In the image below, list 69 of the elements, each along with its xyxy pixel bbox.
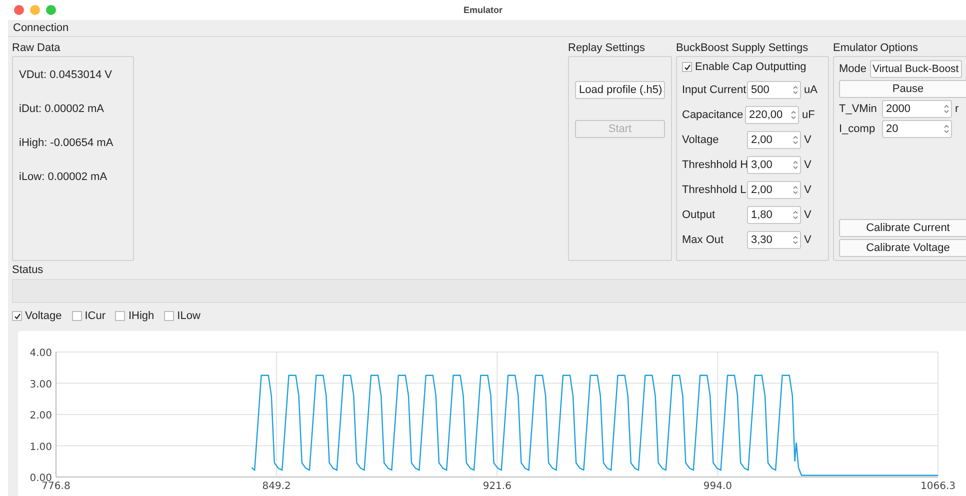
spin-arrows-icon[interactable] bbox=[793, 210, 798, 220]
y-tick-label: 2.00 bbox=[30, 410, 52, 422]
spin-arrows-icon[interactable] bbox=[793, 85, 798, 95]
x-tick-label: 921.6 bbox=[482, 481, 512, 492]
unit-label: V bbox=[804, 184, 812, 196]
field-label: Max Out bbox=[682, 234, 725, 246]
unit-label: V bbox=[804, 234, 812, 246]
field-label: Input Current bbox=[682, 84, 744, 96]
pause-button[interactable]: Pause bbox=[839, 80, 966, 98]
reading-text: iLow: 0.00002 mA bbox=[19, 170, 108, 184]
menu-item[interactable]: Connection bbox=[13, 22, 69, 34]
unit-label: V bbox=[804, 209, 812, 221]
spin-box[interactable]: 3,00 bbox=[747, 156, 801, 174]
field-label: T_VMin bbox=[839, 103, 878, 115]
spin-box[interactable]: 1,80 bbox=[747, 206, 801, 224]
checkbox[interactable]: Voltage bbox=[12, 310, 62, 322]
calibrate-button[interactable]: Calibrate Voltage bbox=[839, 239, 966, 257]
field-label: Mode bbox=[839, 63, 867, 75]
close-button[interactable] bbox=[14, 5, 24, 15]
checkmark-icon bbox=[14, 312, 20, 320]
spin-arrows-icon[interactable] bbox=[793, 160, 798, 170]
group-title: Replay Settings bbox=[568, 41, 646, 56]
checkmark-icon bbox=[684, 64, 690, 70]
checkbox[interactable]: ILow bbox=[164, 310, 200, 322]
calibrate-button[interactable]: Calibrate Current bbox=[839, 219, 966, 237]
load-profile-button[interactable]: Load profile (.h5) bbox=[575, 81, 665, 99]
y-tick-label: 1.00 bbox=[30, 442, 52, 453]
spin-arrows-icon[interactable] bbox=[944, 104, 949, 114]
maximize-button[interactable] bbox=[46, 5, 56, 15]
x-tick-label: 1066.3 bbox=[920, 481, 956, 492]
spin-box[interactable]: 20 bbox=[882, 120, 952, 138]
x-tick-label: 994.0 bbox=[703, 481, 732, 492]
reading-text: iDut: 0.00002 mA bbox=[19, 102, 104, 116]
spin-arrows-icon[interactable] bbox=[793, 135, 798, 145]
y-tick-label: 3.00 bbox=[30, 379, 52, 390]
spin-box[interactable]: 500 bbox=[747, 81, 801, 99]
status-title: Status bbox=[12, 263, 44, 278]
spin-box[interactable]: 2,00 bbox=[747, 131, 801, 149]
unit-label: uA bbox=[804, 84, 818, 96]
y-tick-label: 4.00 bbox=[30, 348, 52, 359]
field-label: Voltage bbox=[682, 134, 720, 146]
group-title: Raw Data bbox=[12, 41, 60, 56]
mode-dropdown[interactable]: Virtual Buck-Boost bbox=[870, 60, 962, 78]
x-tick-label: 776.8 bbox=[42, 481, 70, 492]
field-label: Threshhold L bbox=[682, 184, 744, 196]
spin-arrows-icon[interactable] bbox=[791, 110, 796, 120]
x-tick-label: 849.2 bbox=[262, 481, 291, 492]
group-title: Emulator Options bbox=[833, 41, 918, 56]
unit-label: r bbox=[955, 103, 959, 115]
group-title: BuckBoost Supply Settings bbox=[676, 41, 808, 56]
checkbox[interactable]: ICur bbox=[72, 310, 106, 322]
spin-arrows-icon[interactable] bbox=[793, 185, 798, 195]
unit-label: V bbox=[804, 159, 812, 171]
spin-box[interactable]: 220,00 bbox=[745, 106, 799, 124]
unit-label: uF bbox=[802, 109, 815, 121]
field-label: Output bbox=[682, 209, 716, 221]
spin-box[interactable]: 3,30 bbox=[747, 231, 801, 249]
spin-arrows-icon[interactable] bbox=[944, 124, 949, 134]
spin-box[interactable]: 2000 bbox=[882, 100, 952, 118]
field-label: Capacitance bbox=[682, 109, 742, 121]
checkbox[interactable]: Enable Cap Outputting bbox=[682, 61, 806, 73]
reading-text: iHigh: -0.00654 mA bbox=[19, 136, 114, 150]
reading-text: VDut: 0.0453014 V bbox=[19, 68, 112, 82]
spin-arrows-icon[interactable] bbox=[793, 235, 798, 245]
field-label: I_comp bbox=[839, 123, 876, 135]
checkbox[interactable]: IHigh bbox=[115, 310, 154, 322]
spin-box[interactable]: 2,00 bbox=[747, 181, 801, 199]
window-title: Emulator bbox=[463, 5, 502, 15]
unit-label: V bbox=[804, 134, 812, 146]
